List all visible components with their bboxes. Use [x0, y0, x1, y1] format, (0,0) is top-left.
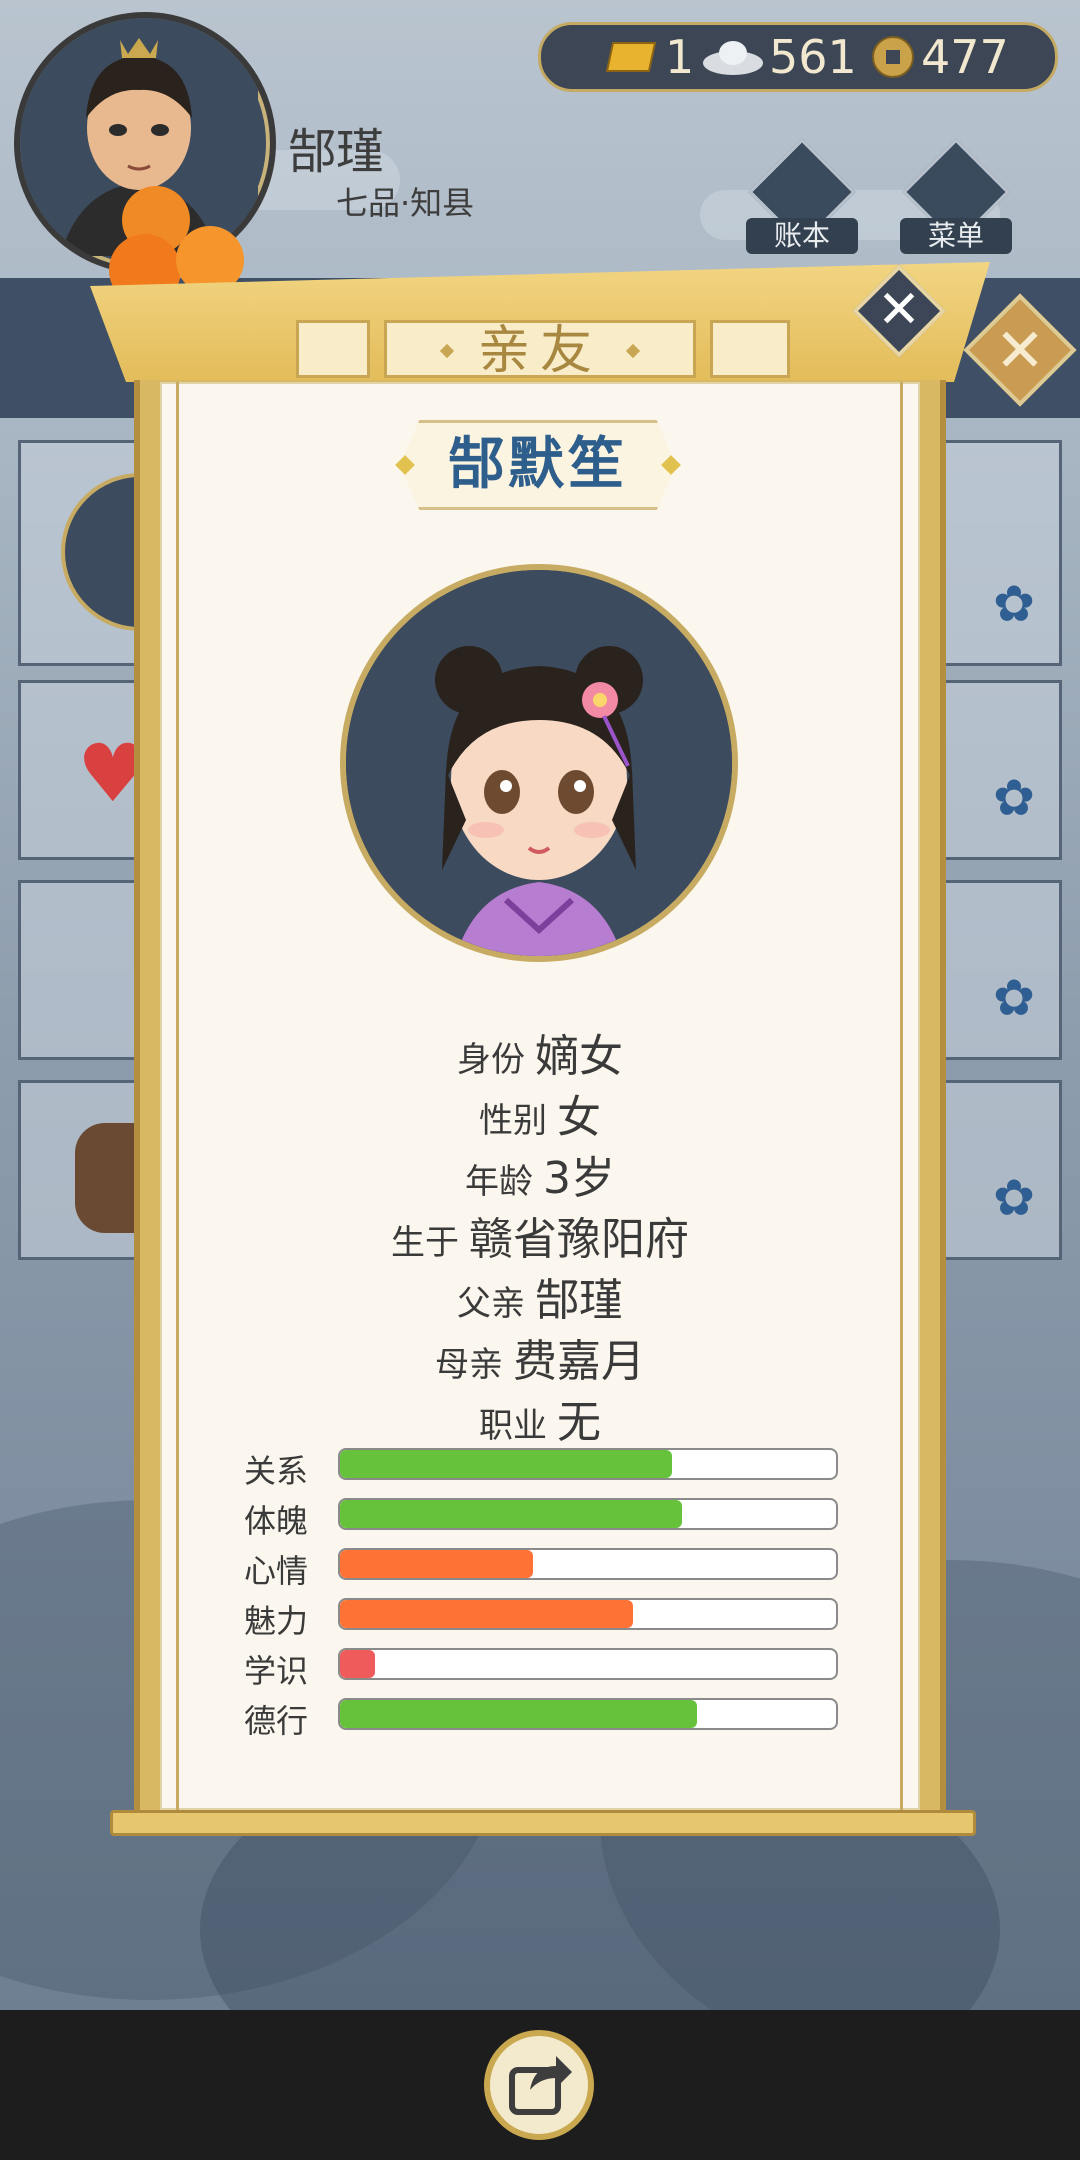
player-rank: 七品·知县 — [336, 184, 475, 222]
info-value: 无 — [557, 1397, 601, 1448]
banner-ornament — [296, 320, 370, 378]
stat-fill — [340, 1700, 698, 1728]
info-value: 赣省豫阳府 — [469, 1214, 689, 1265]
share-icon — [509, 2056, 572, 2115]
ledger-button[interactable]: 账本 — [746, 138, 858, 254]
girl-portrait — [346, 570, 732, 956]
copper-count: 477 — [921, 30, 1009, 84]
info-label: 职业 — [479, 1406, 547, 1446]
info-row-identity: 身份 嫡女 — [160, 1020, 920, 1084]
info-row-gender: 性别女 — [160, 1081, 920, 1145]
stat-fill — [340, 1600, 633, 1628]
stat-label-knowledge: 学识 — [244, 1652, 309, 1690]
stat-fill — [340, 1550, 534, 1578]
stat-label-physique: 体魄 — [244, 1502, 309, 1540]
info-label: 性别 — [479, 1101, 547, 1141]
currency-bar: 1 561 477 — [538, 22, 1058, 92]
stat-fill — [340, 1450, 673, 1478]
info-row-mother: 母亲 费嘉月 — [160, 1325, 920, 1389]
stat-fill — [340, 1500, 683, 1528]
stat-bar-knowledge — [338, 1648, 838, 1680]
close-icon: ✕ — [994, 316, 1046, 386]
scroll-rod — [110, 1810, 976, 1836]
info-row-age: 年龄 3岁 — [160, 1142, 920, 1206]
flower-icon: ✿ — [993, 769, 1035, 827]
dialog-title: 亲友 — [477, 321, 602, 381]
silver-ingot-icon — [703, 41, 763, 75]
gold-ingot-icon — [605, 42, 657, 72]
silver-count: 561 — [769, 30, 857, 84]
stat-label-mood: 心情 — [244, 1552, 309, 1590]
close-icon: ✕ — [877, 280, 921, 340]
info-value: 郜瑾 — [535, 1275, 623, 1326]
character-portrait — [340, 564, 738, 962]
info-row-occupation: 职业无 — [160, 1386, 920, 1450]
player-name: 郜瑾 — [288, 124, 385, 180]
stat-bar-relationship — [338, 1448, 838, 1480]
stat-bar-charm — [338, 1598, 838, 1630]
menu-label: 菜单 — [900, 218, 1012, 254]
flower-icon: ✿ — [993, 1169, 1035, 1227]
stat-bar-virtue — [338, 1698, 838, 1730]
share-button[interactable] — [484, 2030, 594, 2140]
info-label: 母亲 — [435, 1345, 503, 1385]
flower-icon: ✿ — [993, 575, 1035, 633]
flower-icon: ✿ — [993, 969, 1035, 1027]
ledger-label: 账本 — [746, 218, 858, 254]
gold-count: 1 — [665, 30, 695, 84]
info-label: 身份 — [457, 1040, 525, 1080]
copper-coin-icon — [872, 36, 914, 78]
banner-ornament — [710, 320, 790, 378]
stat-label-relationship: 关系 — [244, 1452, 309, 1490]
info-value: 3岁 — [543, 1153, 615, 1204]
info-label: 父亲 — [457, 1284, 525, 1324]
info-value: 女 — [557, 1092, 601, 1143]
info-value: 嫡女 — [535, 1031, 623, 1082]
stat-bar-mood — [338, 1548, 838, 1580]
stat-label-virtue: 德行 — [244, 1702, 309, 1740]
stat-label-charm: 魅力 — [244, 1602, 309, 1640]
menu-button[interactable]: 菜单 — [900, 138, 1012, 254]
info-label: 年龄 — [465, 1162, 533, 1202]
info-row-birthplace: 生于 赣省豫阳府 — [160, 1203, 920, 1267]
info-label: 生于 — [391, 1223, 459, 1263]
stat-fill — [340, 1650, 375, 1678]
info-value: 费嘉月 — [513, 1336, 645, 1387]
stat-bar-physique — [338, 1498, 838, 1530]
character-name: 郜默笙 — [448, 432, 628, 497]
info-row-father: 父亲 郜瑾 — [160, 1264, 920, 1328]
